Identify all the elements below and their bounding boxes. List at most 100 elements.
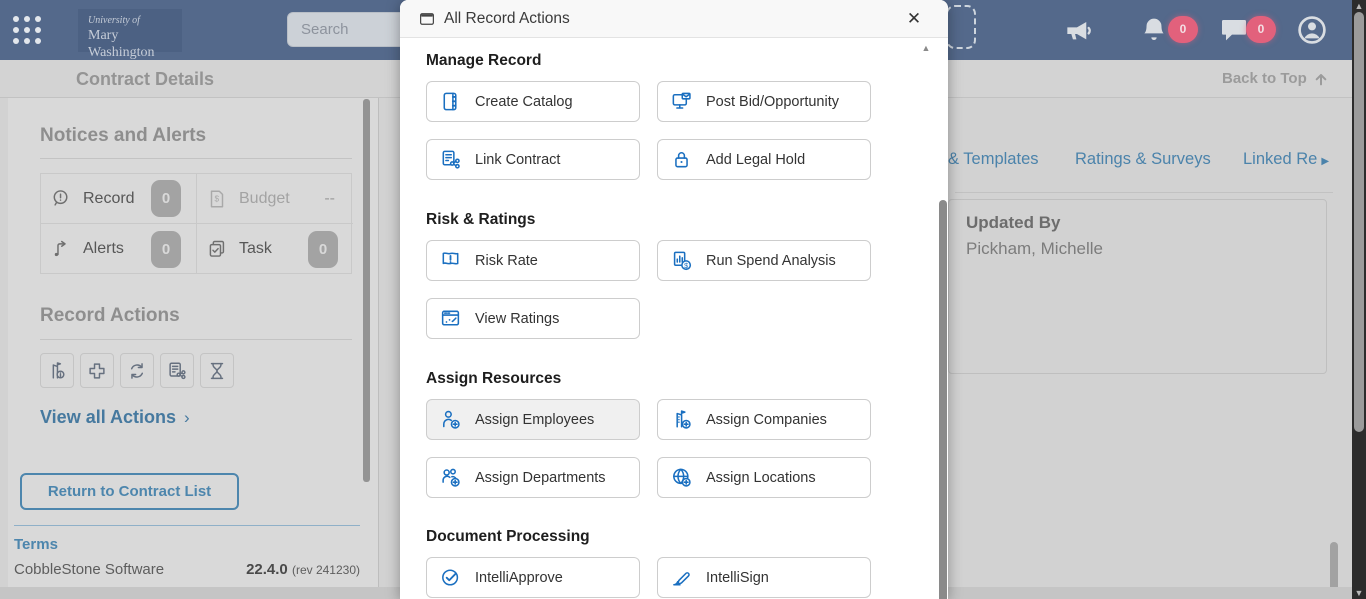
user-avatar[interactable] <box>1296 14 1328 46</box>
updated-by-card: Updated By Pickham, Michelle <box>948 199 1327 374</box>
chevron-right-icon: › <box>184 408 190 427</box>
message-count-badge: 0 <box>1246 16 1276 43</box>
notice-count-badge: 0 <box>308 230 338 268</box>
logo-line2: Mary Washington <box>88 28 155 60</box>
screen: University of Mary Washington 0 0 Contra… <box>0 0 1366 599</box>
legal-hold-icon <box>670 148 693 171</box>
modal-header: All Record Actions ✕ <box>400 0 948 38</box>
tab-templates[interactable]: & Templates <box>948 150 1039 169</box>
version-text: 22.4.0 (rev 241230) <box>246 561 360 578</box>
section-title: Manage Record <box>426 52 542 69</box>
all-record-actions-modal: All Record Actions ✕ Manage Record Creat… <box>400 0 948 599</box>
renew-action-icon[interactable] <box>120 353 154 388</box>
section-title: Risk & Ratings <box>426 211 536 228</box>
modal-scrollbar-thumb[interactable] <box>939 200 947 599</box>
terms-link[interactable]: Terms <box>14 536 58 553</box>
view-ratings-icon <box>439 307 462 330</box>
intellisign-button[interactable]: IntelliSign <box>657 557 871 598</box>
assign-employees-button[interactable]: Assign Employees <box>426 399 640 440</box>
record-alert-icon <box>50 188 72 210</box>
button-label: Assign Departments <box>475 469 606 486</box>
notice-cell-record[interactable]: Record 0 <box>41 174 197 224</box>
scroll-down-arrow-icon[interactable]: ▼ <box>1352 587 1366 599</box>
button-label: Create Catalog <box>475 93 573 110</box>
notification-count-badge: 0 <box>1168 16 1198 43</box>
notice-label: Task <box>239 240 272 257</box>
post-bid-icon <box>670 90 693 113</box>
content-scrollbar-thumb[interactable] <box>1330 542 1338 592</box>
tab-ratings-surveys[interactable]: Ratings & Surveys <box>1075 150 1211 169</box>
modal-title: All Record Actions <box>444 10 570 27</box>
view-ratings-button[interactable]: View Ratings <box>426 298 640 339</box>
assign-locations-icon <box>670 466 693 489</box>
create-catalog-icon <box>439 90 462 113</box>
risk-rate-button[interactable]: Risk Rate <box>426 240 640 281</box>
section-title: Assign Resources <box>426 370 562 387</box>
button-label: Assign Employees <box>475 411 595 428</box>
button-label: View Ratings <box>475 310 560 327</box>
button-grid: Assign Employees Assign Companies Assign… <box>426 399 892 498</box>
button-label: IntelliSign <box>706 569 769 586</box>
close-icon[interactable]: ✕ <box>904 9 924 29</box>
notice-cell-budget[interactable]: $ Budget -- <box>197 174 353 224</box>
link-contract-button[interactable]: Link Contract <box>426 139 640 180</box>
section-document-processing: Document Processing IntelliApprove Intel… <box>426 528 892 598</box>
notice-value: -- <box>324 189 335 207</box>
section-assign-resources: Assign Resources Assign Employees Assign… <box>426 370 892 498</box>
button-label: Risk Rate <box>475 252 538 269</box>
app-grid-icon[interactable] <box>10 13 44 47</box>
risk-rate-icon <box>439 249 462 272</box>
arrow-up-icon <box>1315 73 1327 85</box>
button-grid: Risk Rate $ Run Spend Analysis View Ratin… <box>426 240 892 339</box>
button-label: Add Legal Hold <box>706 151 806 168</box>
footer-row: CobbleStone Software 22.4.0 (rev 241230) <box>14 561 360 578</box>
scroll-up-arrow-icon[interactable]: ▲ <box>1352 0 1366 12</box>
tab-linked-records[interactable]: Linked Re ▶ <box>1243 150 1329 169</box>
return-to-contract-list-button[interactable]: Return to Contract List <box>20 473 239 510</box>
notifications-bell-icon[interactable] <box>1138 14 1170 46</box>
back-to-top-label: Back to Top <box>1222 70 1307 87</box>
sidebar: Notices and Alerts Record 0 $ Budget -- … <box>8 98 379 587</box>
document-share-action-icon[interactable] <box>160 353 194 388</box>
button-label: Run Spend Analysis <box>706 252 836 269</box>
history-action-icon[interactable] <box>200 353 234 388</box>
button-label: Assign Companies <box>706 411 827 428</box>
task-check-icon <box>206 238 228 260</box>
version-number: 22.4.0 <box>246 561 288 578</box>
announcements-icon[interactable] <box>1062 14 1094 46</box>
button-grid: IntelliApprove IntelliSign <box>426 557 892 598</box>
assign-companies-icon <box>670 408 693 431</box>
university-logo: University of Mary Washington <box>78 9 182 60</box>
sidebar-scrollbar-thumb[interactable] <box>363 99 370 482</box>
add-legal-hold-button[interactable]: Add Legal Hold <box>657 139 871 180</box>
button-label: Link Contract <box>475 151 561 168</box>
brand-name: CobbleStone Software <box>14 561 165 578</box>
window-scrollbar-thumb[interactable] <box>1354 12 1364 432</box>
entity-info-action-icon[interactable] <box>40 353 74 388</box>
notice-label: Record <box>83 189 135 207</box>
back-to-top-link[interactable]: Back to Top <box>1222 70 1329 87</box>
notice-label: Budget <box>239 189 290 207</box>
window-scrollbar[interactable]: ▲ ▼ <box>1352 0 1366 599</box>
button-label: Post Bid/Opportunity <box>706 93 839 110</box>
notice-cell-task[interactable]: Task 0 <box>197 224 353 274</box>
view-all-actions-link[interactable]: View all Actions › <box>40 407 190 428</box>
window-icon <box>418 10 436 28</box>
assign-departments-button[interactable]: Assign Departments <box>426 457 640 498</box>
notice-cell-alerts[interactable]: Alerts 0 <box>41 224 197 274</box>
divider <box>955 192 1333 193</box>
divider <box>40 158 352 159</box>
assign-departments-icon <box>439 466 462 489</box>
create-catalog-button[interactable]: Create Catalog <box>426 81 640 122</box>
notice-label: Alerts <box>83 240 124 257</box>
add-action-icon[interactable] <box>80 353 114 388</box>
divider <box>14 525 360 526</box>
modal-scroll-up-arrow-icon[interactable]: ▲ <box>919 42 933 54</box>
intelliapprove-button[interactable]: IntelliApprove <box>426 557 640 598</box>
run-spend-analysis-button[interactable]: $ Run Spend Analysis <box>657 240 871 281</box>
assign-companies-button[interactable]: Assign Companies <box>657 399 871 440</box>
focus-outline <box>946 5 976 49</box>
post-bid-opportunity-button[interactable]: Post Bid/Opportunity <box>657 81 871 122</box>
notice-count-badge: 0 <box>151 230 181 268</box>
assign-locations-button[interactable]: Assign Locations <box>657 457 871 498</box>
